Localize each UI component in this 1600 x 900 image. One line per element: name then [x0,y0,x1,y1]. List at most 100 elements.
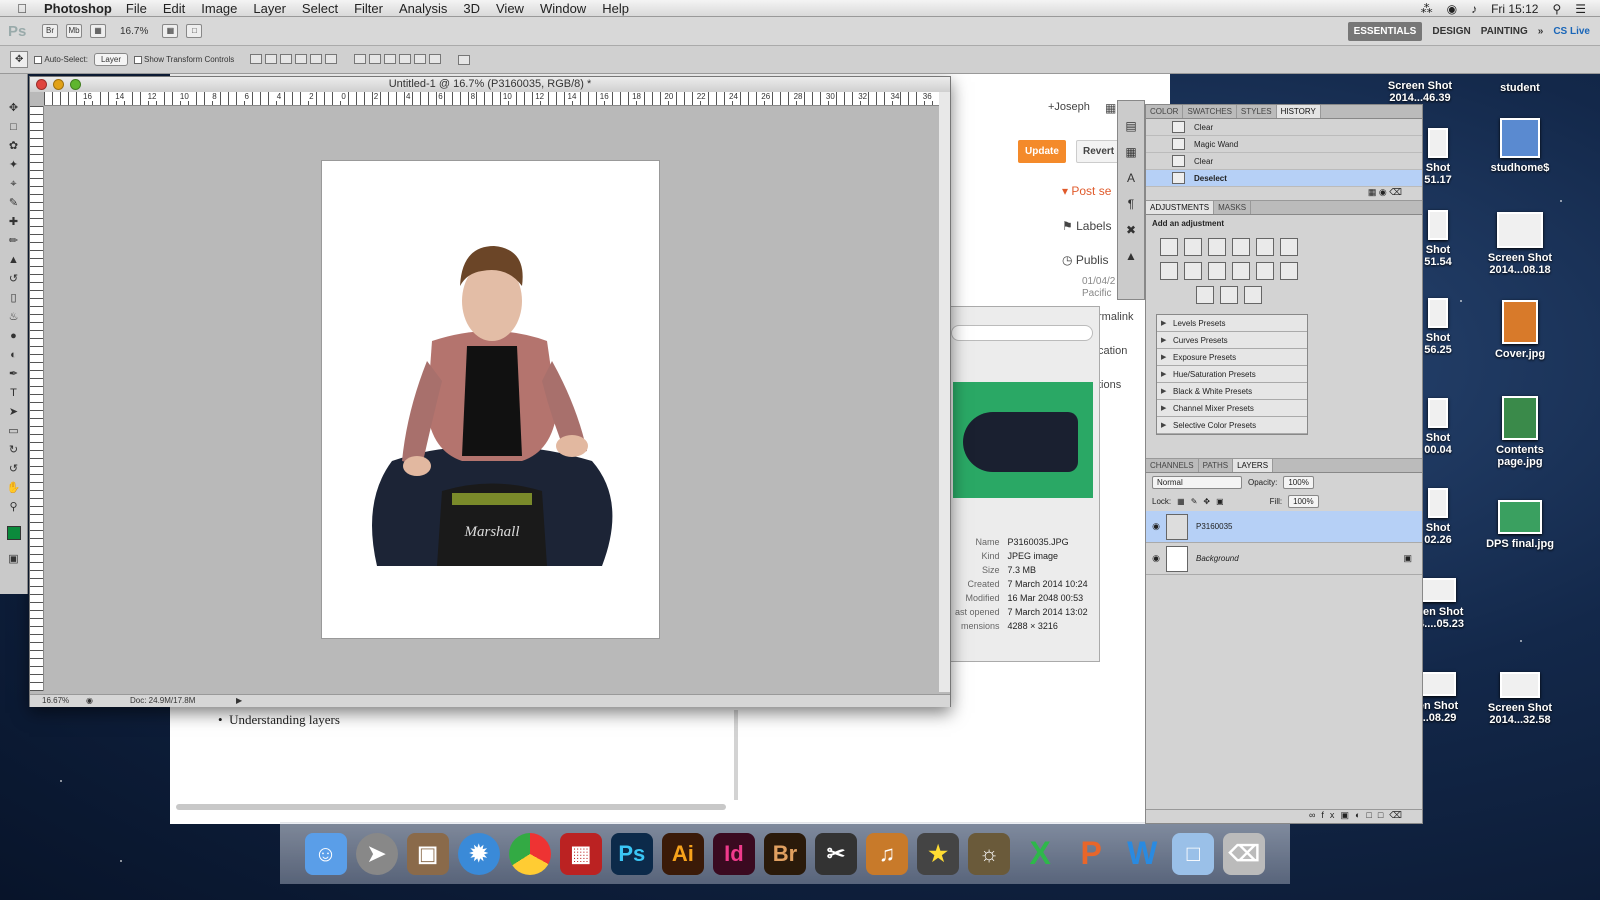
align-left-icon[interactable] [295,53,308,64]
more-workspaces-icon[interactable]: » [1538,26,1544,37]
move-tool-preset-icon[interactable]: ✥ [10,51,29,68]
history-item[interactable]: Magic Wand [1146,136,1422,153]
distribute-right-icon[interactable] [429,53,442,64]
history-item[interactable]: Clear [1146,119,1422,136]
menu-window[interactable]: Window [540,1,586,16]
tab-channels[interactable]: CHANNELS [1146,459,1199,472]
screen-mode-icon[interactable]: □ [186,24,203,38]
history-item[interactable]: Clear [1146,153,1422,170]
apps-grid-icon[interactable]: ▦ [1105,101,1116,115]
desktop-file-dps[interactable]: DPS final.jpg [1480,500,1560,550]
preset-item[interactable]: Curves Presets [1157,332,1307,349]
camera-icon[interactable]: ◉ [1379,187,1387,197]
lasso-tool-icon[interactable]: ✿ [6,138,22,154]
tab-layers[interactable]: LAYERS [1233,459,1274,472]
hand-tool-icon[interactable]: ✋ [6,480,22,496]
eyedropper-tool-icon[interactable]: ✎ [6,195,22,211]
desktop-drive-studhome[interactable]: studhome$ [1480,118,1560,174]
status-menu-arrow-icon[interactable]: ▶ [236,696,242,705]
tab-masks[interactable]: MASKS [1214,201,1252,214]
distribute-bottom-icon[interactable] [384,53,397,64]
cs-live-button[interactable]: CS Live [1553,26,1590,37]
new-layer-icon[interactable]: □ [1378,810,1389,820]
dock-garageband-icon[interactable]: ♫ [866,832,909,875]
distribute-hcenter-icon[interactable] [414,53,427,64]
delete-layer-icon[interactable]: ⌫ [1389,810,1408,820]
visibility-eye-icon[interactable]: ◉ [1146,521,1166,532]
dock-finder-icon[interactable]: ☺ [304,832,347,875]
preset-item[interactable]: Black & White Presets [1157,383,1307,400]
history-item-selected[interactable]: Deselect [1146,170,1422,187]
wifi-icon[interactable]: ◉ [1447,2,1457,16]
tab-adjustments[interactable]: ADJUSTMENTS [1146,201,1215,214]
horizontal-ruler[interactable]: 16 14 12 10 8 6 4 2 0 2 4 6 8 10 12 14 16 18 20 22 24 26 28 30 3… [44,92,939,106]
preset-item[interactable]: Channel Mixer Presets [1157,400,1307,417]
move-tool-icon[interactable]: ✥ [6,100,22,116]
apple-icon[interactable]:  [0,1,44,16]
hue-saturation-icon[interactable] [1280,238,1298,256]
vibrance-icon[interactable] [1256,238,1274,256]
tab-paths[interactable]: PATHS [1199,459,1234,472]
clone-source-icon[interactable]: ▲ [1125,249,1137,263]
volume-icon[interactable]: ♪ [1471,2,1477,16]
shape-tool-icon[interactable]: ▭ [6,423,22,439]
dock-word-icon[interactable]: W [1121,833,1163,875]
arrange-documents-icon[interactable]: ▦ [162,24,179,38]
status-zoom[interactable]: 16.67% [42,696,69,705]
3d-rotate-tool-icon[interactable]: ↻ [6,442,22,458]
dodge-tool-icon[interactable]: ◐ [6,347,22,363]
curves-icon[interactable] [1208,238,1226,256]
exposure-icon[interactable] [1232,238,1250,256]
3d-orbit-tool-icon[interactable]: ↺ [6,461,22,477]
character-panel-icon[interactable]: A [1127,171,1135,185]
align-hcenter-icon[interactable] [310,53,323,64]
align-bottom-icon[interactable] [280,53,293,64]
paragraph-panel-icon[interactable]: ¶ [1128,197,1134,211]
google-plus-user[interactable]: +Joseph [1048,101,1090,113]
horizontal-scrollbar[interactable] [176,804,726,810]
invert-icon[interactable] [1256,262,1274,280]
dock-documents-folder-icon[interactable]: □ [1172,832,1215,875]
auto-align-icon[interactable] [458,54,471,65]
quick-select-tool-icon[interactable]: ✦ [6,157,22,173]
color-balance-icon[interactable] [1160,262,1178,280]
levels-icon[interactable] [1184,238,1202,256]
menu-analysis[interactable]: Analysis [399,1,447,16]
dock-bridge-icon[interactable]: Br [763,832,806,875]
menu-view[interactable]: View [496,1,524,16]
distribute-left-icon[interactable] [399,53,412,64]
bridge-icon[interactable]: Br [42,24,58,38]
quick-mask-icon[interactable]: ▣ [6,551,22,567]
finder-search-field[interactable] [951,325,1093,341]
marquee-tool-icon[interactable]: □ [6,119,22,135]
dock-iphoto-icon[interactable]: ☼ [968,832,1011,875]
tab-swatches[interactable]: SWATCHES [1183,105,1237,118]
dock-excel-icon[interactable]: X [1019,833,1061,875]
new-group-icon[interactable]: □ [1366,810,1377,820]
auto-select-dropdown[interactable]: Layer [93,53,128,66]
healing-tool-icon[interactable]: ✚ [6,214,22,230]
align-top-icon[interactable] [250,53,263,64]
gradient-map-icon[interactable] [1220,286,1238,304]
workspace-design[interactable]: DESIGN [1432,26,1470,37]
trash-icon[interactable]: ⌫ [1389,187,1402,197]
document-canvas[interactable]: Marshall [321,160,660,639]
document-title-bar[interactable]: Untitled-1 @ 16.7% (P3160035, RGB/8) * [30,77,950,92]
desktop-file-cover[interactable]: Cover.jpg [1480,300,1560,360]
app-menu[interactable]: Photoshop [44,1,112,16]
status-info-icon[interactable]: ◉ [86,696,93,705]
dock-chrome-icon[interactable] [508,832,551,875]
photo-filter-icon[interactable] [1208,262,1226,280]
opacity-field[interactable]: 100% [1283,476,1314,489]
zoom-window-icon[interactable] [70,79,81,90]
type-tool-icon[interactable]: T [6,385,22,401]
threshold-icon[interactable] [1196,286,1214,304]
crop-tool-icon[interactable]: ⌖ [6,176,22,192]
desktop-file[interactable]: Screen Shot 2014...46.39 [1380,80,1460,104]
minibridge-icon[interactable]: Mb [66,24,82,38]
paint-bucket-tool-icon[interactable]: ♨ [6,309,22,325]
tab-styles[interactable]: STYLES [1237,105,1277,118]
selective-color-icon[interactable] [1244,286,1262,304]
preset-item[interactable]: Selective Color Presets [1157,417,1307,434]
new-snapshot-icon[interactable]: ▦ [1368,187,1377,197]
